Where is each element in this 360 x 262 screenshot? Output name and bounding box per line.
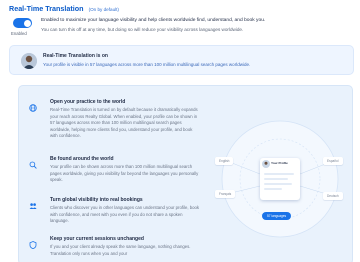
banner-title: Real-Time Translation is on — [43, 53, 108, 59]
feature-body: Your profile can be shown across more th… — [50, 164, 199, 182]
language-pill: Français — [215, 190, 236, 198]
profile-card: Your Profile — [260, 158, 300, 200]
banner-subtitle: Your profile is visible in 57 languages … — [43, 62, 251, 67]
bookings-icon — [29, 197, 37, 209]
toggle-description: Enabled to maximize your language visibi… — [41, 18, 266, 23]
language-pill: Deutsch — [323, 192, 343, 200]
shield-icon — [29, 236, 37, 250]
feature-body: Clients who discover you in other langua… — [50, 205, 200, 223]
languages-badge: 57 languages — [262, 212, 292, 220]
feature-body: Real-Time Translation is turned on by de… — [50, 107, 198, 138]
search-icon — [29, 156, 37, 169]
card-content-lines — [264, 173, 294, 190]
card-title: Your Profile — [271, 161, 288, 165]
section-header: Real-Time Translation (On by default) — [9, 4, 119, 16]
avatar — [262, 160, 270, 168]
translation-illustration: English Español Français Deutsch Your Pr… — [207, 106, 350, 256]
page-title: Real-Time Translation — [9, 4, 84, 13]
default-badge: (On by default) — [88, 7, 119, 12]
translation-toggle-row: Enabled Enabled to maximize your languag… — [9, 17, 354, 41]
feature-body: If you and your client already speak the… — [50, 244, 191, 256]
feature-title: Be found around the world — [50, 156, 114, 162]
avatar — [21, 53, 37, 69]
language-pill: Español — [323, 157, 343, 165]
benefits-panel: Open your practice to the world Real-Tim… — [18, 85, 353, 262]
globe-icon — [29, 99, 37, 112]
translation-toggle[interactable] — [13, 18, 32, 28]
language-pill: English — [215, 157, 234, 165]
feature-title: Open your practice to the world — [50, 99, 126, 105]
status-banner: Real-Time Translation is on Your profile… — [9, 45, 354, 75]
toggle-knob — [23, 19, 31, 27]
toggle-state-label: Enabled — [11, 31, 27, 36]
toggle-note: You can turn this off at any time, but d… — [41, 27, 244, 32]
feature-title: Keep your current sessions unchanged — [50, 236, 144, 242]
feature-title: Turn global visibility into real booking… — [50, 197, 143, 203]
